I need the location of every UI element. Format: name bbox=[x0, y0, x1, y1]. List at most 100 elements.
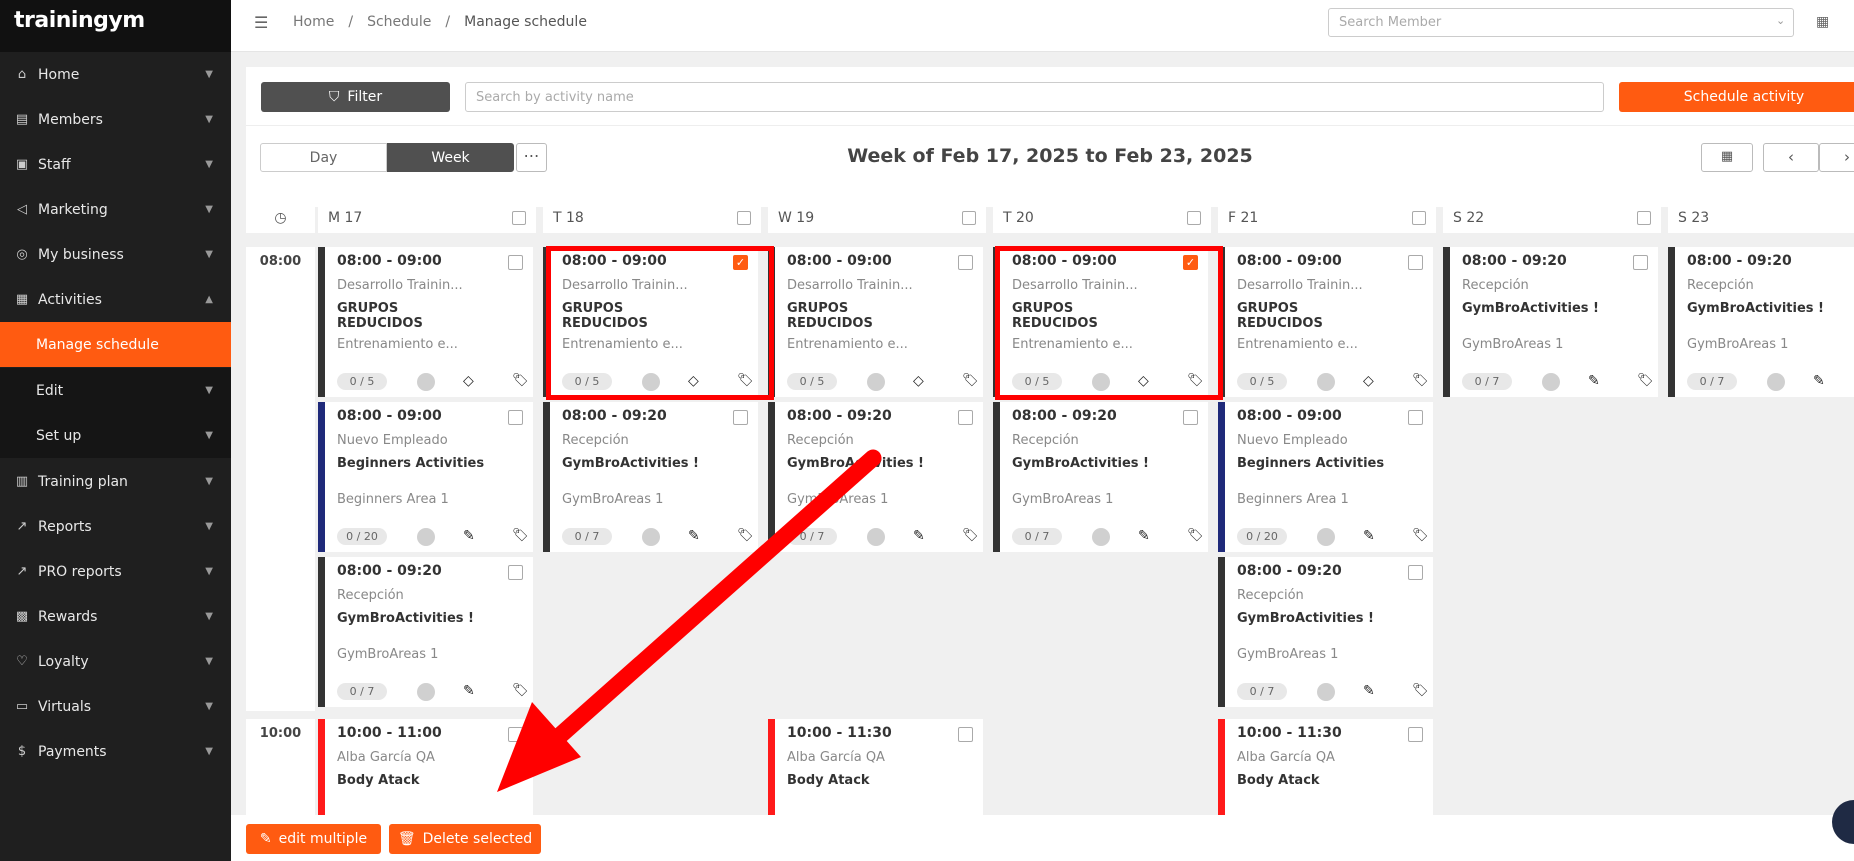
select-activity-checkbox[interactable] bbox=[1183, 410, 1198, 425]
select-day-checkbox[interactable] bbox=[962, 211, 976, 225]
sidebar-item-payments[interactable]: $ Payments ▼ bbox=[0, 729, 231, 774]
delete-selected-label: Delete selected bbox=[422, 831, 533, 847]
breadcrumb-schedule[interactable]: Schedule bbox=[367, 14, 431, 30]
activity-card[interactable]: 10:00 - 11:30 Alba García QA Body Atack bbox=[1218, 719, 1433, 815]
activity-card[interactable]: 10:00 - 11:00 Alba García QA Body Atack bbox=[318, 719, 533, 815]
activity-card-footer: 0 / 5 ◇ 🏷 bbox=[787, 373, 979, 391]
select-day-checkbox[interactable] bbox=[1187, 211, 1201, 225]
select-activity-checkbox[interactable] bbox=[958, 727, 973, 742]
select-day-checkbox[interactable] bbox=[1412, 211, 1426, 225]
activity-card[interactable]: 08:00 - 09:20 Recepción GymBroActivities !… bbox=[1218, 557, 1433, 707]
chevron-down-icon: ▼ bbox=[205, 114, 213, 125]
activity-time: 08:00 - 09:00 bbox=[787, 253, 892, 269]
select-activity-checkbox[interactable] bbox=[958, 255, 973, 270]
select-activity-checkbox[interactable]: ✓ bbox=[733, 255, 748, 270]
sidebar-item-virtuals[interactable]: ▭ Virtuals ▼ bbox=[0, 684, 231, 729]
select-day-checkbox[interactable] bbox=[512, 211, 526, 225]
sidebar-item-members[interactable]: ▤ Members ▼ bbox=[0, 97, 231, 142]
menu-collapse-icon[interactable]: ☰ bbox=[254, 13, 268, 32]
activity-card-footer: 0 / 7 ✎ 🏷 bbox=[1237, 683, 1429, 701]
select-activity-checkbox[interactable] bbox=[1408, 727, 1423, 742]
sidebar-item-home[interactable]: ⌂ Home ▼ bbox=[0, 52, 231, 97]
filter-button[interactable]: ⛉ Filter bbox=[261, 82, 450, 112]
sidebar-item-staff[interactable]: ▣ Staff ▼ bbox=[0, 142, 231, 187]
select-activity-checkbox[interactable] bbox=[508, 727, 523, 742]
sidebar-item-rewards[interactable]: ▩ Rewards ▼ bbox=[0, 594, 231, 639]
activity-card[interactable]: 08:00 - 09:20 Recepción GymBroActivities !… bbox=[543, 402, 758, 552]
calendar-picker-button[interactable]: ▦ bbox=[1701, 143, 1753, 172]
activity-search-input[interactable]: Search by activity name bbox=[465, 82, 1604, 112]
activity-instructor: Alba García QA bbox=[1237, 750, 1335, 765]
chevron-down-icon: ▼ bbox=[205, 611, 213, 622]
select-activity-checkbox[interactable] bbox=[733, 410, 748, 425]
sidebar-item-label: Set up bbox=[36, 427, 82, 444]
activity-card[interactable]: 08:00 - 09:20 Recepción GymBroActivities !… bbox=[1443, 247, 1658, 397]
delete-selected-button[interactable]: 🗑 Delete selected bbox=[389, 824, 541, 854]
chevron-down-icon: ▼ bbox=[205, 746, 213, 757]
select-day-checkbox[interactable] bbox=[737, 211, 751, 225]
activity-instructor: Recepción bbox=[787, 433, 854, 448]
sidebar-item-activities[interactable]: ▦ Activities ▲ bbox=[0, 277, 231, 322]
select-activity-checkbox[interactable] bbox=[1408, 565, 1423, 580]
sidebar-item-icon: ◁ bbox=[17, 202, 27, 217]
select-activity-checkbox[interactable] bbox=[958, 410, 973, 425]
sidebar-item-label: Activities bbox=[38, 291, 102, 308]
edit-multiple-button[interactable]: ✎ edit multiple bbox=[246, 824, 381, 854]
sidebar-item-my-business[interactable]: ◎ My business ▼ bbox=[0, 232, 231, 277]
sidebar-item-pro-reports[interactable]: ↗ PRO reports ▼ bbox=[0, 549, 231, 594]
select-activity-checkbox[interactable] bbox=[1408, 255, 1423, 270]
sidebar-item-edit[interactable]: Edit ▼ bbox=[0, 368, 231, 413]
select-activity-checkbox[interactable] bbox=[508, 255, 523, 270]
next-week-button[interactable]: › bbox=[1819, 143, 1854, 172]
sidebar-item-label: Home bbox=[38, 66, 80, 83]
day-header: S 22 bbox=[1443, 203, 1661, 233]
activity-time: 08:00 - 09:20 bbox=[1462, 253, 1567, 269]
activity-card[interactable]: 08:00 - 09:00 Desarrollo Trainin... GRUPOS… bbox=[768, 247, 983, 397]
status-dot bbox=[1542, 373, 1560, 391]
sidebar-item-manage-schedule[interactable]: Manage schedule bbox=[0, 322, 231, 367]
activity-card[interactable]: 08:00 - 09:00 Nuevo Empleado Beginners Act… bbox=[318, 402, 533, 552]
activity-card[interactable]: 08:00 - 09:20 Recepción GymBroActivities !… bbox=[768, 402, 983, 552]
sidebar-item-loyalty[interactable]: ♡ Loyalty ▼ bbox=[0, 639, 231, 684]
select-activity-checkbox[interactable] bbox=[508, 410, 523, 425]
activity-card[interactable]: 08:00 - 09:00 Desarrollo Trainin... GRUPOS… bbox=[543, 247, 758, 397]
activity-name: Beginners Activities bbox=[1237, 456, 1385, 471]
breadcrumb-separator: / bbox=[348, 14, 354, 30]
activity-card[interactable]: 10:00 - 11:30 Alba García QA Body Atack bbox=[768, 719, 983, 815]
activity-area: Entrenamiento e... bbox=[337, 337, 458, 352]
status-dot bbox=[1317, 683, 1335, 701]
select-activity-checkbox[interactable]: ✓ bbox=[1183, 255, 1198, 270]
member-search-input[interactable]: Search Member bbox=[1328, 8, 1794, 37]
sidebar-item-set-up[interactable]: Set up ▼ bbox=[0, 413, 231, 458]
sidebar-item-training-plan[interactable]: ▥ Training plan ▼ bbox=[0, 459, 231, 504]
prev-week-button[interactable]: ‹ bbox=[1763, 143, 1819, 172]
day-label: W 19 bbox=[778, 210, 815, 226]
activity-card-footer: 0 / 7 ✎ 🏷 bbox=[1462, 373, 1654, 391]
select-activity-checkbox[interactable] bbox=[508, 565, 523, 580]
activity-card[interactable]: 08:00 - 09:20 Recepción GymBroActivities !… bbox=[318, 557, 533, 707]
activity-time: 08:00 - 09:00 bbox=[337, 408, 442, 424]
calendar-icon: ▦ bbox=[1720, 149, 1734, 164]
select-activity-checkbox[interactable] bbox=[1408, 410, 1423, 425]
activity-instructor: Recepción bbox=[562, 433, 629, 448]
schedule-activity-button[interactable]: Schedule activity bbox=[1619, 82, 1854, 112]
activity-card[interactable]: 08:00 - 09:20 Recepción GymBroActivities !… bbox=[993, 402, 1208, 552]
activity-time: 08:00 - 09:20 bbox=[337, 563, 442, 579]
breadcrumb-home[interactable]: Home bbox=[293, 14, 334, 30]
activity-time: 08:00 - 09:20 bbox=[1237, 563, 1342, 579]
sidebar-item-marketing[interactable]: ◁ Marketing ▼ bbox=[0, 187, 231, 232]
trash-icon: 🗑 bbox=[397, 831, 416, 847]
sidebar-item-reports[interactable]: ↗ Reports ▼ bbox=[0, 504, 231, 549]
capacity-badge: 0 / 5 bbox=[562, 373, 612, 390]
select-activity-checkbox[interactable] bbox=[1633, 255, 1648, 270]
chevron-down-icon[interactable]: ⌄ bbox=[1776, 14, 1785, 27]
select-day-checkbox[interactable] bbox=[1637, 211, 1651, 225]
activity-card[interactable]: 08:00 - 09:00 Desarrollo Trainin... GRUPOS… bbox=[1218, 247, 1433, 397]
activity-card[interactable]: 08:00 - 09:00 Desarrollo Trainin... GRUPOS… bbox=[318, 247, 533, 397]
activity-card[interactable]: 08:00 - 09:00 Nuevo Empleado Beginners Act… bbox=[1218, 402, 1433, 552]
activity-instructor: Desarrollo Trainin... bbox=[1012, 278, 1138, 293]
activity-card[interactable]: 08:00 - 09:00 Desarrollo Trainin... GRUPOS… bbox=[993, 247, 1208, 397]
activity-card[interactable]: 08:00 - 09:20 Recepción GymBroActivities !… bbox=[1668, 247, 1854, 397]
status-dot bbox=[417, 683, 435, 701]
calendar-icon[interactable]: ▦ bbox=[1816, 14, 1829, 30]
